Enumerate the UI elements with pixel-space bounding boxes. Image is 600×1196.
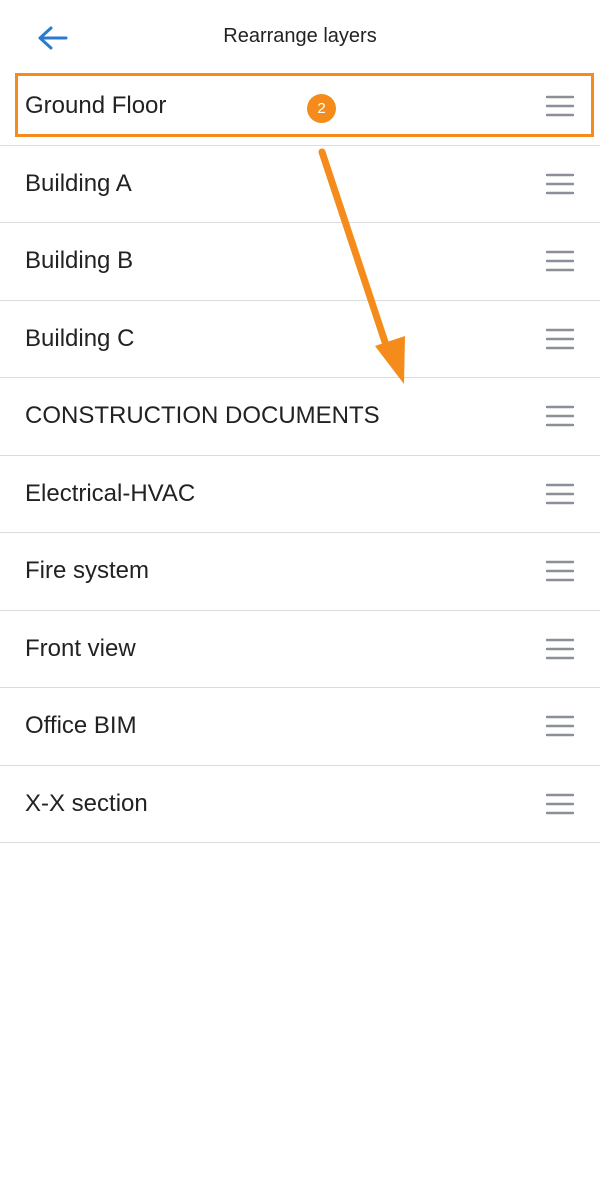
- layer-row[interactable]: Building B: [0, 223, 600, 301]
- layer-row[interactable]: Building C: [0, 301, 600, 378]
- layer-list: Ground Floor Building A Building B Build…: [0, 68, 600, 843]
- layer-label: Fire system: [25, 557, 150, 585]
- layer-row[interactable]: X-X section: [0, 766, 600, 843]
- layer-row[interactable]: Office BIM: [0, 688, 600, 766]
- drag-handle-icon[interactable]: [546, 173, 574, 195]
- drag-handle-icon[interactable]: [546, 560, 574, 582]
- page-title: Rearrange layers: [223, 25, 377, 47]
- layer-row[interactable]: Electrical-HVAC: [0, 456, 600, 533]
- layer-row[interactable]: Ground Floor: [0, 68, 600, 146]
- drag-handle-icon[interactable]: [546, 328, 574, 350]
- layer-label: CONSTRUCTION DOCUMENTS: [25, 402, 380, 430]
- drag-handle-icon[interactable]: [546, 95, 574, 117]
- layer-label: X-X section: [25, 789, 148, 817]
- layer-label: Building A: [25, 169, 132, 197]
- drag-handle-icon[interactable]: [546, 483, 574, 505]
- drag-handle-icon[interactable]: [546, 793, 574, 815]
- header-bar: Rearrange layers: [0, 0, 600, 74]
- layer-label: Building B: [25, 247, 134, 275]
- drag-handle-icon[interactable]: [546, 405, 574, 427]
- layer-label: Ground Floor: [25, 92, 167, 120]
- drag-handle-icon[interactable]: [546, 715, 574, 737]
- layer-label: Office BIM: [25, 712, 137, 740]
- layer-row[interactable]: Building A: [0, 146, 600, 223]
- step-badge: 2: [307, 94, 336, 123]
- drag-handle-icon[interactable]: [546, 250, 574, 272]
- drag-handle-icon[interactable]: [546, 638, 574, 660]
- layer-row[interactable]: Fire system: [0, 533, 600, 611]
- layer-label: Building C: [25, 324, 135, 352]
- layer-label: Front view: [25, 634, 136, 662]
- layer-row[interactable]: Front view: [0, 611, 600, 688]
- layer-row[interactable]: CONSTRUCTION DOCUMENTS: [0, 378, 600, 456]
- layer-label: Electrical-HVAC: [25, 479, 196, 507]
